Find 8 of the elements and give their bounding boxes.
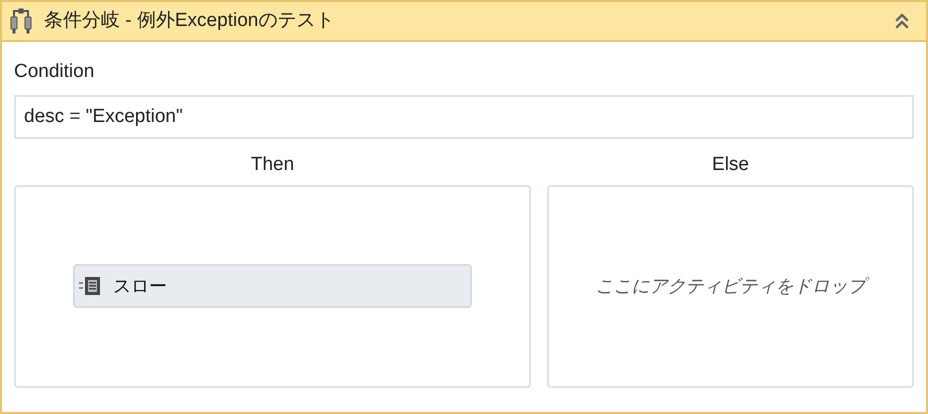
activity-title: 条件分岐 - 例外Exceptionのテスト [44,8,334,33]
branch-label: Else [712,152,749,176]
activity-item[interactable]: スロー [73,264,472,308]
condition-label: Condition [14,60,94,84]
activity-icon [79,276,101,296]
branch-icon [10,8,32,34]
condition-field[interactable]: desc = "Exception" [14,94,914,138]
branch-label: Then [250,152,294,176]
